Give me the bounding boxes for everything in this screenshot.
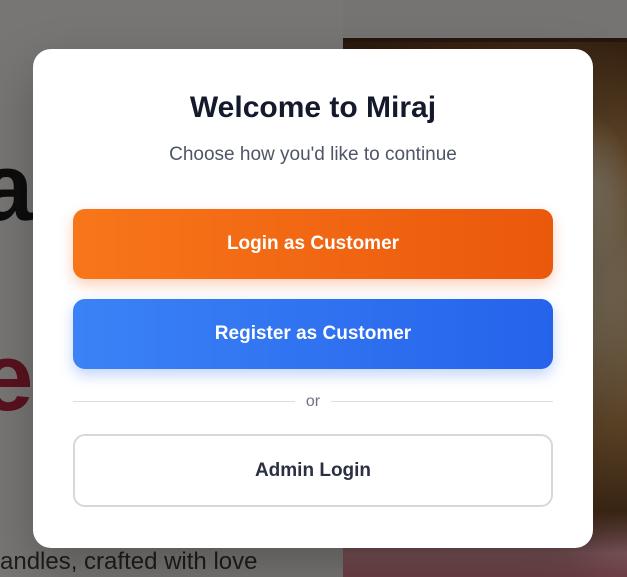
modal-subtitle: Choose how you'd like to continue: [169, 144, 457, 165]
welcome-modal: Welcome to Miraj Choose how you'd like t…: [33, 49, 593, 548]
modal-title: Welcome to Miraj: [189, 91, 437, 124]
divider-text: or: [305, 393, 321, 410]
or-divider: or: [73, 392, 553, 412]
register-as-customer-label: Register as Customer: [214, 323, 412, 344]
login-as-customer-button[interactable]: Login as Customer: [73, 209, 553, 279]
admin-login-label: Admin Login: [254, 459, 372, 481]
admin-login-button[interactable]: Admin Login: [73, 434, 553, 507]
divider-line-right: [331, 401, 553, 402]
register-as-customer-button[interactable]: Register as Customer: [73, 299, 553, 369]
login-as-customer-label: Login as Customer: [226, 233, 400, 254]
